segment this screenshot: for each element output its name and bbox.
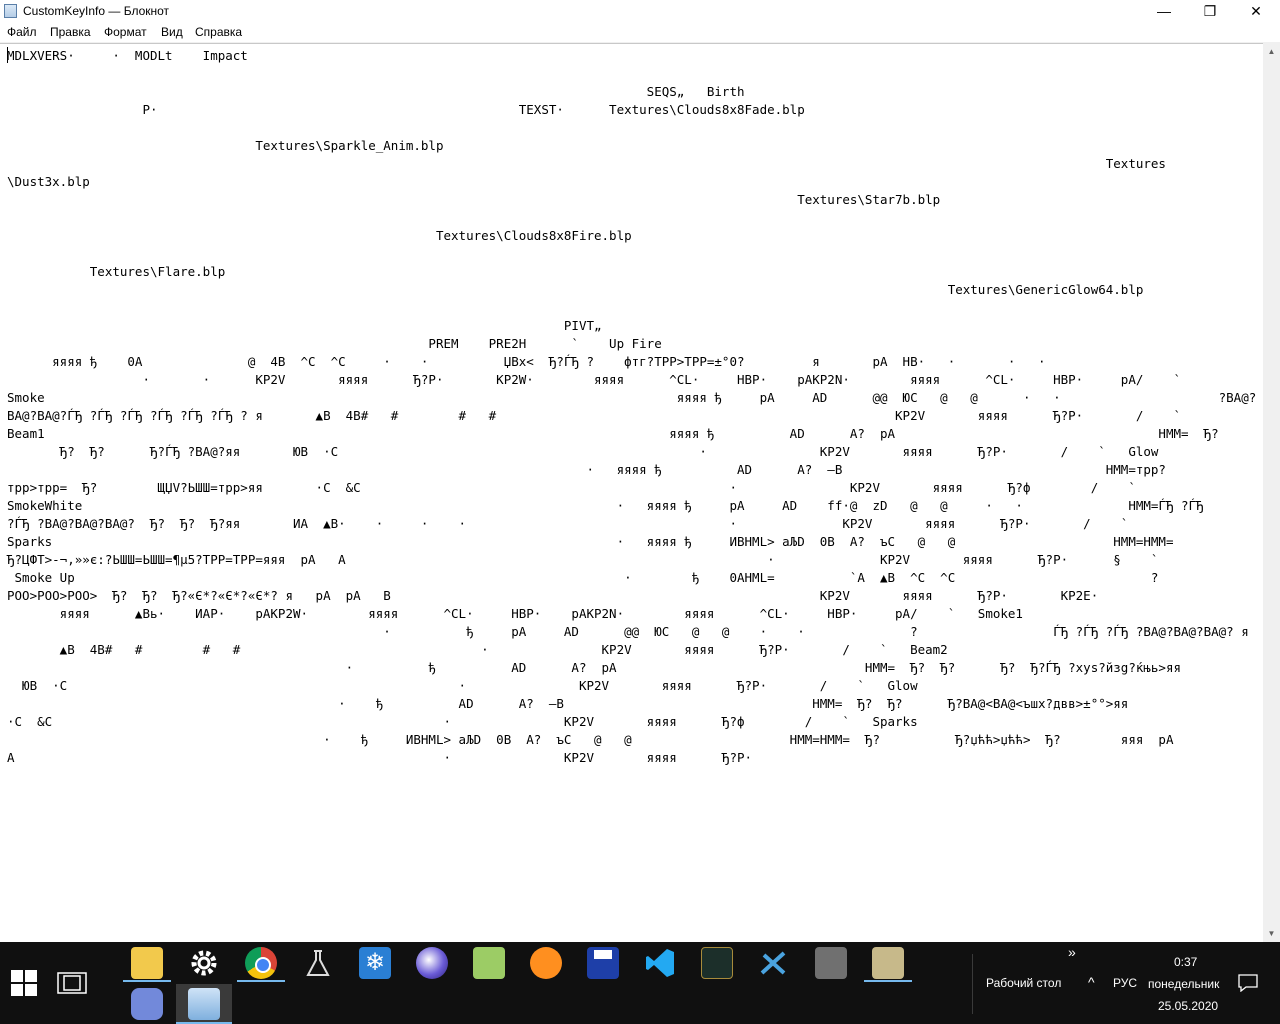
menu-edit[interactable]: Правка <box>50 25 91 39</box>
menu-help[interactable]: Справка <box>195 25 242 39</box>
maximize-button[interactable]: ❐ <box>1187 0 1233 22</box>
text-line: Smoke яяяя ђ рА AD @@ ЮС @ @ · · ?BA@? <box>7 390 1257 405</box>
text-line: трр>трр= Ђ? ЩЏV?ЬШШ=трр>яя ·С &C · KP2V … <box>7 480 1136 495</box>
clock-date[interactable]: 25.05.2020 <box>1158 999 1218 1013</box>
text-line: Textures <box>7 156 1166 171</box>
language-indicator[interactable]: РУС <box>1113 976 1137 990</box>
menu-bar: Файл Правка Формат Вид Справка <box>0 22 1280 43</box>
text-line: BA@?BA@?ЃЂ ?ЃЂ ?ЃЂ ?ЃЂ ?ЃЂ ?ЃЂ ? я ▲B 4B… <box>7 408 1181 423</box>
chrome-browser-icon[interactable] <box>245 947 277 979</box>
text-line: · ђ рА AD @@ ЮС @ @ · · ? ЃЂ ?ЃЂ ?ЃЂ ?BA… <box>7 624 1249 639</box>
text-editor-area[interactable]: MDLXVERS· · MODLt Impact SEQS„ Birth P· … <box>0 43 1263 943</box>
notification-center-icon[interactable] <box>1238 974 1258 992</box>
vscode-icon[interactable] <box>644 947 676 979</box>
scissors-tool-icon[interactable] <box>758 947 790 979</box>
discord-icon[interactable] <box>131 988 163 1020</box>
floppy-save-icon[interactable] <box>587 947 619 979</box>
text-line: PIVT„ <box>7 318 602 333</box>
scroll-up-arrow-icon[interactable]: ▲ <box>1263 43 1280 60</box>
text-line: ▲B 4B# # # # · KP2V яяяя Ђ?Р· / ` Beam2 <box>7 642 948 657</box>
taskbar-overflow-icon[interactable]: » <box>1068 944 1076 960</box>
fl-studio-icon[interactable] <box>530 947 562 979</box>
text-line: A · KP2V яяяя Ђ?Р· <box>7 750 753 765</box>
desktop-toolbar-label[interactable]: Рабочий стол <box>986 976 1061 990</box>
warcraft-app-icon[interactable] <box>701 947 733 979</box>
window-title: CustomKeyInfo — Блокнот <box>23 4 170 18</box>
text-line: ·С &C · KP2V яяяя Ђ?ф / ` Sparks <box>7 714 918 729</box>
text-line: Ђ? Ђ? Ђ?ЃЂ ?BA@?яя ЮВ ·С · KP2V яяяя Ђ?Р… <box>7 444 1159 459</box>
text-line: · ђ ИВHML> аЉD 0В А? ъС @ @ HMM=HMM= Ђ? … <box>7 732 1174 747</box>
text-line: Textures\Sparkle_Anim.blp <box>7 138 444 153</box>
flask-app-icon[interactable] <box>302 947 334 979</box>
text-line: SEQS„ Birth <box>7 84 745 99</box>
text-line: Ђ?ЦФТ>-¬,»»є:?ЬШШ=ЬШШ=¶µ5?TPP=TPP=яяя рА… <box>7 552 1159 567</box>
text-line: · ђ AD А? –B HMM= Ђ? Ђ? Ђ?BA@<BA@<ъшх?дв… <box>7 696 1129 711</box>
minimize-button[interactable]: — <box>1141 0 1187 22</box>
text-line: Sparks · яяяя ђ ИВHML> аЉD 0В А? ъС @ @ … <box>7 534 1174 549</box>
settings-gear-icon[interactable] <box>188 947 220 979</box>
start-button[interactable] <box>11 970 37 996</box>
text-line: · · KP2V яяяя Ђ?Р· KP2W· яяяя ^CL· HBP· … <box>7 372 1181 387</box>
text-line: Textures\Clouds8x8Fire.blp <box>7 228 632 243</box>
menu-view[interactable]: Вид <box>161 25 183 39</box>
text-line: яяяя ђ 0A @ 4B ^C ^C · · ЏВх< Ђ?ЃЂ ? фтг… <box>7 354 1046 369</box>
menu-format[interactable]: Формат <box>104 25 147 39</box>
text-line: POO>POO>POO> Ђ? Ђ? Ђ?«Є*?«Є*?«Є*? я рА р… <box>7 588 1099 603</box>
clock-time[interactable]: 0:37 <box>1174 955 1197 969</box>
text-line: Textures\Star7b.blp <box>7 192 941 207</box>
close-button[interactable]: ✕ <box>1233 0 1279 22</box>
menu-file[interactable]: Файл <box>7 25 37 39</box>
notepad-edit-icon[interactable] <box>872 947 904 979</box>
text-line: MDLXVERS· · MODLt Impact <box>7 48 248 63</box>
file-explorer-icon[interactable] <box>131 947 163 979</box>
text-line: SmokeWhite · яяяя ђ рА AD ff·@ zD @ @ · … <box>7 498 1204 513</box>
taskbar: ❄ » Рабочий стол ^ РУС 0:37 понедельник … <box>0 942 1280 1024</box>
orb-app-icon[interactable] <box>416 947 448 979</box>
text-line: PREM PRE2H ` Up Fire <box>7 336 662 351</box>
scroll-down-arrow-icon[interactable]: ▼ <box>1263 925 1280 942</box>
notepad-active-icon[interactable] <box>188 988 220 1020</box>
text-line: · яяяя ђ AD А? –B HMM=трр? <box>7 462 1166 477</box>
clock-day[interactable]: понедельник <box>1148 977 1219 991</box>
snowflake-app-icon[interactable]: ❄ <box>359 947 391 979</box>
notepad-app-icon[interactable] <box>4 4 17 18</box>
text-line: Smoke Up · ђ 0AHML= `A ▲B ^C ^C ? <box>7 570 1159 585</box>
text-line: ЮВ ·С · KP2V яяяя Ђ?Р· / ` Glow <box>7 678 918 693</box>
text-line: яяяя ▲Вь· ИАР· pAKP2W· яяяя ^CL· HBP· pA… <box>7 606 1023 621</box>
task-view-icon[interactable] <box>57 972 87 994</box>
text-line: · ђ AD А? рА HMM= Ђ? Ђ? Ђ? Ђ?ЃЂ ?xys?йзg… <box>7 660 1181 675</box>
notepadplusplus-icon[interactable] <box>473 947 505 979</box>
text-line: P· TEXST· Textures\Clouds8x8Fade.blp <box>7 102 805 117</box>
text-line: \Dust3x.blp <box>7 174 90 189</box>
title-bar[interactable]: CustomKeyInfo — Блокнот — ❐ ✕ <box>0 0 1280 22</box>
installer-app-icon[interactable] <box>815 947 847 979</box>
text-caret <box>7 47 8 63</box>
text-line: Textures\GenericGlow64.blp <box>7 282 1144 297</box>
text-line: Beam1 яяяя ђ AD А? рА HMM= Ђ? <box>7 426 1219 441</box>
vertical-scrollbar[interactable]: ▲ ▼ <box>1263 43 1280 942</box>
text-line: ?ЃЂ ?BA@?BA@?BA@? Ђ? Ђ? Ђ?яя ИА ▲B· · · … <box>7 516 1129 531</box>
tray-chevron-icon[interactable]: ^ <box>1088 974 1095 990</box>
text-line: Textures\Flare.blp <box>7 264 226 279</box>
